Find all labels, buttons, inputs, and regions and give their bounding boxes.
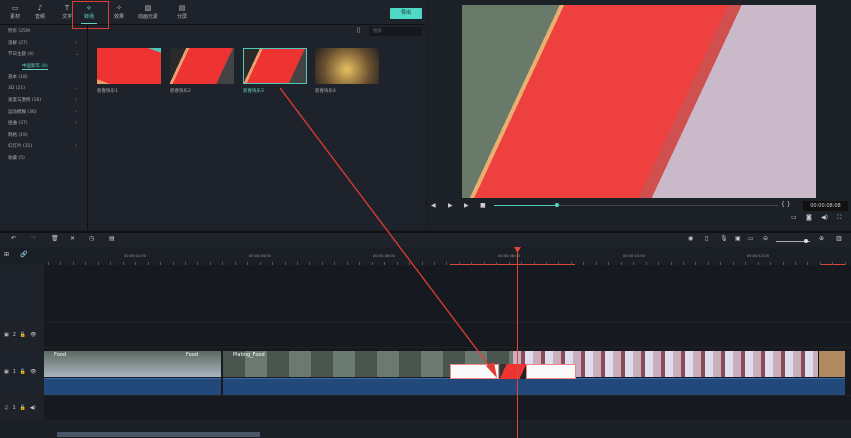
annotation-arrow [279,87,497,378]
